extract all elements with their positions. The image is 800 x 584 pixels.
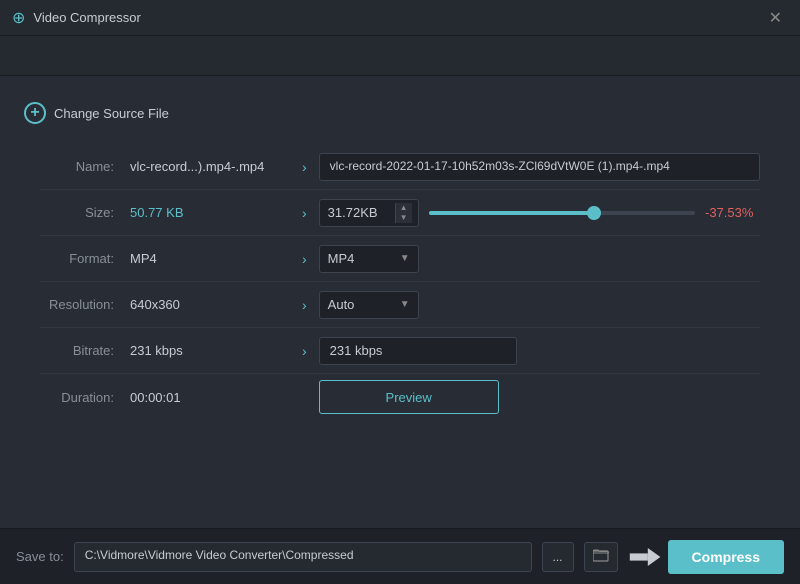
resolution-label: Resolution:	[40, 297, 130, 312]
size-slider-track[interactable]	[429, 211, 695, 215]
format-value: MP4	[130, 251, 290, 266]
title-bar: ⊕ Video Compressor ✕	[0, 0, 800, 36]
size-label: Size:	[40, 205, 130, 220]
main-content: + Change Source File Name: vlc-record...…	[0, 76, 800, 528]
save-to-label: Save to:	[16, 549, 64, 564]
add-circle-icon: +	[24, 102, 46, 124]
folder-icon	[593, 549, 609, 565]
title-bar-left: ⊕ Video Compressor	[12, 8, 141, 28]
size-spinners: ▲ ▼	[395, 203, 412, 223]
duration-label: Duration:	[40, 390, 130, 405]
format-arrow-icon: ›	[302, 251, 307, 267]
bitrate-value: 231 kbps	[130, 343, 290, 358]
format-control-area: MP4 ▼	[319, 245, 760, 273]
resolution-control-area: Auto ▼	[319, 291, 760, 319]
size-up-button[interactable]: ▲	[396, 203, 412, 213]
bitrate-row: Bitrate: 231 kbps ›	[40, 328, 760, 374]
size-control-area: ▲ ▼ -37.53%	[319, 199, 760, 227]
size-row: Size: 50.77 KB › ▲ ▼ -37.53%	[40, 190, 760, 236]
compress-arrow-icon	[628, 543, 664, 571]
size-percent: -37.53%	[705, 205, 760, 220]
size-slider-wrapper: -37.53%	[429, 205, 760, 220]
top-nav	[0, 36, 800, 76]
close-button[interactable]: ✕	[763, 6, 788, 30]
bottom-bar: Save to: C:\Vidmore\Vidmore Video Conver…	[0, 528, 800, 584]
size-arrow-icon: ›	[302, 205, 307, 221]
size-value: 50.77 KB	[130, 205, 290, 220]
duration-value: 00:00:01	[130, 390, 290, 405]
preview-button[interactable]: Preview	[319, 380, 499, 414]
change-source-label: Change Source File	[54, 106, 169, 121]
resolution-dropdown-arrow: ▼	[400, 299, 410, 310]
name-value: vlc-record...).mp4-.mp4	[130, 159, 290, 174]
size-slider-fill	[429, 211, 594, 215]
resolution-arrow-icon: ›	[302, 297, 307, 313]
size-down-button[interactable]: ▼	[396, 213, 412, 223]
app-icon: ⊕	[12, 8, 25, 28]
format-selected: MP4	[328, 251, 355, 266]
resolution-value: 640x360	[130, 297, 290, 312]
format-dropdown[interactable]: MP4 ▼	[319, 245, 419, 273]
arrow-right-icon: ›	[302, 159, 307, 175]
name-control-area: vlc-record-2022-01-17-10h52m03s-ZCl69dVt…	[319, 153, 760, 181]
format-label: Format:	[40, 251, 130, 266]
compress-button[interactable]: Compress	[668, 540, 784, 574]
size-input-field[interactable]	[320, 205, 395, 220]
resolution-dropdown[interactable]: Auto ▼	[319, 291, 419, 319]
bitrate-arrow-icon: ›	[302, 343, 307, 359]
form-area: Name: vlc-record...).mp4-.mp4 › vlc-reco…	[0, 140, 800, 424]
bitrate-control-area	[319, 337, 760, 365]
size-input-wrapper: ▲ ▼	[319, 199, 419, 227]
bitrate-label: Bitrate:	[40, 343, 130, 358]
folder-button[interactable]	[584, 542, 618, 572]
size-slider-thumb[interactable]	[587, 206, 601, 220]
duration-row: Duration: 00:00:01 › Preview	[40, 374, 760, 420]
browse-button[interactable]: ...	[542, 542, 574, 572]
bitrate-input-field[interactable]	[319, 337, 517, 365]
resolution-row: Resolution: 640x360 › Auto ▼	[40, 282, 760, 328]
change-source-button[interactable]: + Change Source File	[0, 96, 800, 140]
format-dropdown-arrow: ▼	[400, 253, 410, 264]
format-row: Format: MP4 › MP4 ▼	[40, 236, 760, 282]
save-path-display: C:\Vidmore\Vidmore Video Converter\Compr…	[74, 542, 532, 572]
resolution-selected: Auto	[328, 297, 355, 312]
app-title: Video Compressor	[33, 10, 140, 25]
compress-action-area: Compress	[628, 540, 784, 574]
duration-control-area: Preview	[319, 380, 760, 414]
name-label: Name:	[40, 159, 130, 174]
name-output-field: vlc-record-2022-01-17-10h52m03s-ZCl69dVt…	[319, 153, 760, 181]
name-row: Name: vlc-record...).mp4-.mp4 › vlc-reco…	[40, 144, 760, 190]
